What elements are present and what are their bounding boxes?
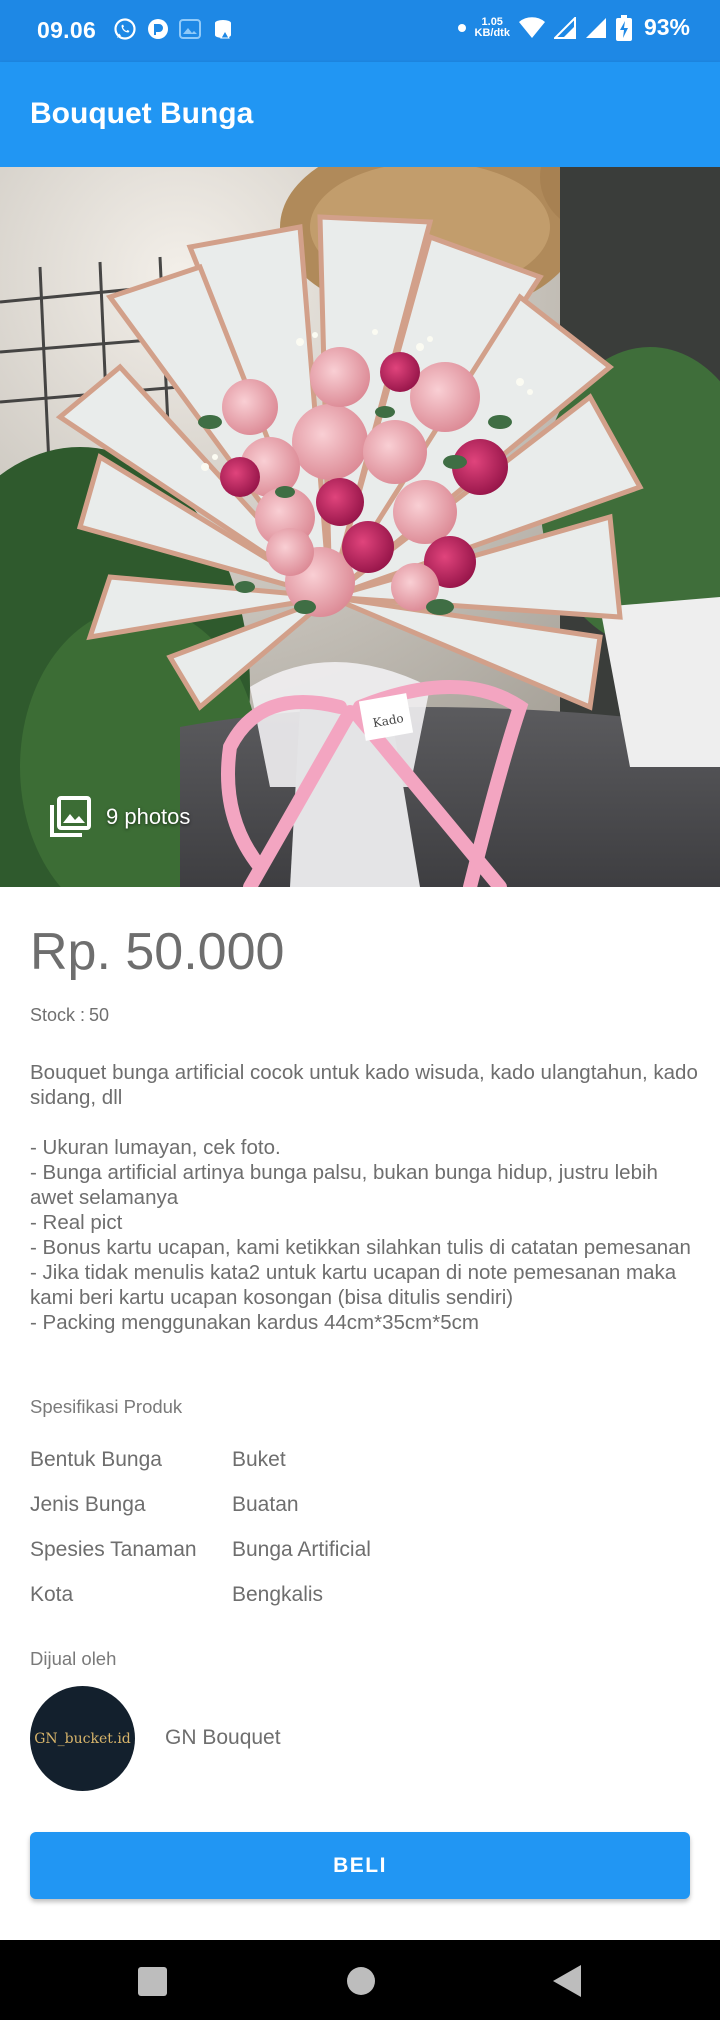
- stock-value: 50: [89, 1005, 110, 1025]
- photo-count-label: 9 photos: [106, 804, 191, 829]
- photo-library-icon: [50, 796, 91, 837]
- back-icon[interactable]: [552, 1964, 582, 1998]
- gallery-icon: [179, 19, 201, 39]
- dot-icon: [457, 23, 466, 32]
- notification-icons: [113, 17, 235, 41]
- battery-percentage: 93%: [643, 14, 690, 40]
- spec-table: Bentuk Bunga Buket Jenis Bunga Buatan Sp…: [30, 1437, 371, 1617]
- seller-name[interactable]: GN Bouquet: [165, 1726, 281, 1750]
- signal-icon: [585, 17, 606, 38]
- spec-key: Bentuk Bunga: [30, 1447, 162, 1471]
- network-speed-unit: KB/dtk: [474, 26, 510, 39]
- page-title: Bouquet Bunga: [30, 97, 254, 130]
- product-image-carousel[interactable]: Kado 9 photos: [0, 167, 720, 887]
- battery-charging-icon: [615, 14, 632, 41]
- spec-value: Buket: [232, 1447, 286, 1471]
- product-price: Rp. 50.000: [30, 923, 285, 981]
- seller-avatar[interactable]: GN_bucket.id: [30, 1686, 135, 1791]
- network-speed: 1.05 KB/dtk: [474, 15, 510, 39]
- spec-key: Jenis Bunga: [30, 1492, 146, 1516]
- signal-icon: [553, 16, 576, 39]
- photo-count-badge[interactable]: 9 photos: [48, 795, 190, 839]
- spec-value: Buatan: [232, 1492, 299, 1516]
- spec-key: Spesies Tanaman: [30, 1537, 197, 1561]
- navigation-bar: [0, 1940, 720, 2020]
- whatsapp-icon: [114, 18, 136, 40]
- buy-button[interactable]: BELI: [30, 1832, 690, 1899]
- app-icon: [148, 19, 168, 39]
- wifi-icon: [518, 16, 545, 38]
- status-bar: 09.06 1.05 KB/dtk 93%: [0, 0, 720, 62]
- spec-value: Bunga Artificial: [232, 1537, 371, 1561]
- status-right-icons: 1.05 KB/dtk 93%: [457, 14, 690, 41]
- network-speed-value: 1.05: [481, 15, 503, 28]
- app-bar: Bouquet Bunga: [0, 62, 720, 167]
- spec-heading: Spesifikasi Produk: [30, 1396, 183, 1417]
- spec-row: Jenis Bunga Buatan: [30, 1482, 371, 1527]
- product-description: Bouquet bunga artificial cocok untuk kad…: [30, 1061, 698, 1334]
- cloud-icon: [215, 20, 231, 39]
- spec-row: Kota Bengkalis: [30, 1572, 371, 1617]
- spec-row: Bentuk Bunga Buket: [30, 1437, 371, 1482]
- spec-key: Kota: [30, 1582, 74, 1606]
- status-time: 09.06: [37, 17, 97, 43]
- spec-value: Bengkalis: [232, 1582, 324, 1606]
- spec-row: Spesies Tanaman Bunga Artificial: [30, 1527, 371, 1572]
- seller-avatar-text: GN_bucket.id: [34, 1730, 131, 1747]
- stock-label: Stock :: [30, 1005, 86, 1025]
- recent-apps-icon[interactable]: [138, 1967, 167, 1996]
- seller-heading: Dijual oleh: [30, 1648, 117, 1669]
- home-icon[interactable]: [347, 1967, 375, 1995]
- product-photo: Kado: [0, 167, 720, 887]
- stock-info: Stock :50: [30, 1005, 113, 1026]
